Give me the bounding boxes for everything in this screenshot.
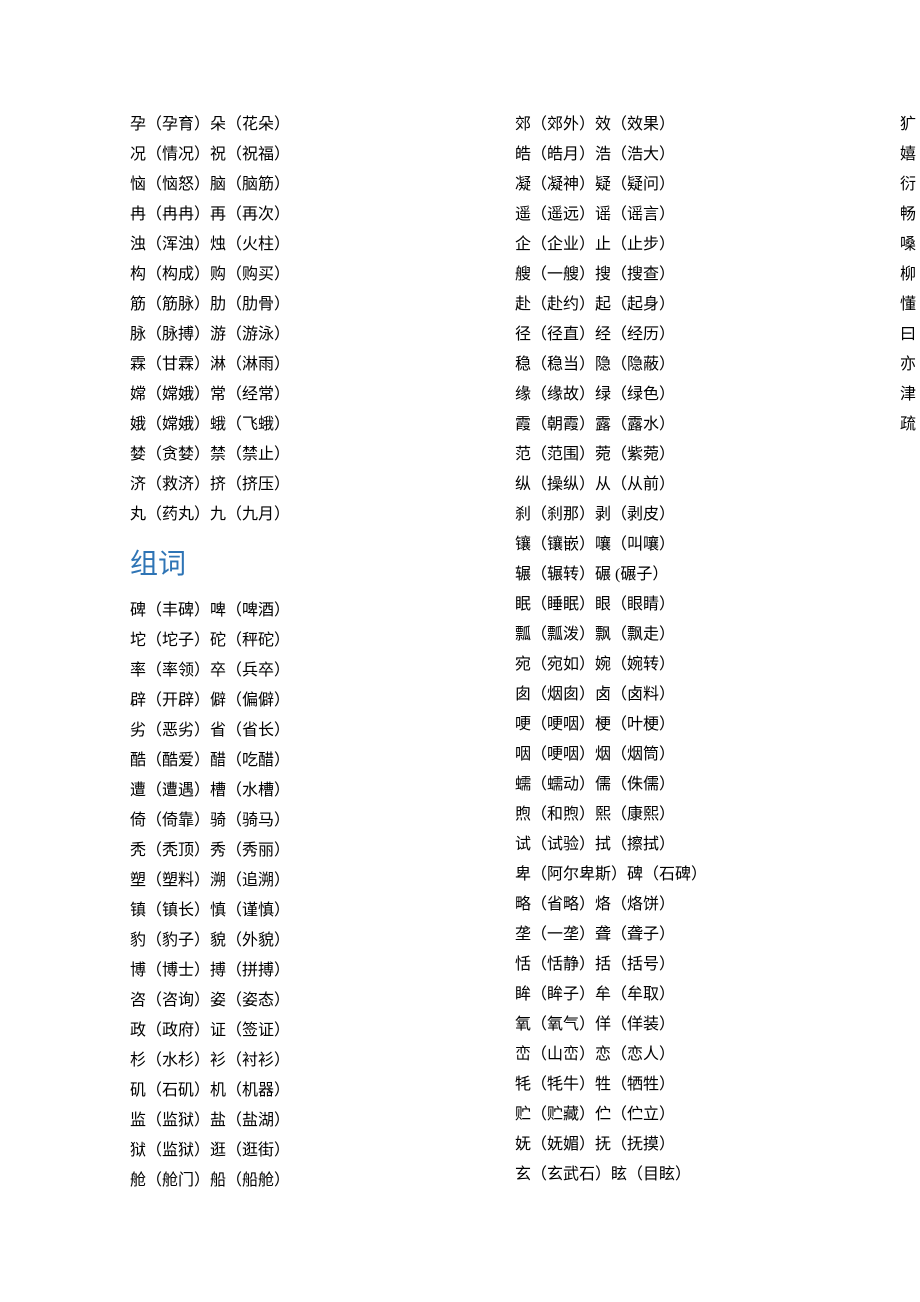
word-pair-line: 秃（秃顶）秀（秀丽） [130, 836, 405, 860]
word-pair-line: 贮（贮藏）伫（伫立） [515, 1100, 790, 1124]
word-pair-line: 辟（开辟）僻（偏僻） [130, 686, 405, 710]
word-pair-line: 塑（塑料）溯（追溯） [130, 866, 405, 890]
word-pair-line: 况（情况）祝（祝福） [130, 140, 405, 164]
word-pair-line: 垄（一垄）聋（聋子） [515, 920, 790, 944]
word-pair-line: 畅（畅快）杨（杨树） [900, 200, 920, 224]
word-pair-line: 蠕（蠕动）儒（侏儒） [515, 770, 790, 794]
word-pair-line: 构（构成）购（购买） [130, 260, 405, 284]
word-pair-line: 试（试验）拭（擦拭） [515, 830, 790, 854]
word-pair-line: 宛（宛如）婉（婉转） [515, 650, 790, 674]
word-pair-line: 矶（石矶）机（机器） [130, 1076, 405, 1100]
word-pair-line: 囱（烟囱）卤（卤料） [515, 680, 790, 704]
word-pair-line: 径（径直）经（经历） [515, 320, 790, 344]
word-pair-line: 博（博士）搏（拼搏） [130, 956, 405, 980]
word-pair-line: 津（天津）律（法律） [900, 380, 920, 404]
word-pair-line: 赴（赴约）起（起身） [515, 290, 790, 314]
word-pair-line: 眸（眸子）牟（牟取） [515, 980, 790, 1004]
word-pair-line: 嫦（嫦娥）常（经常） [130, 380, 405, 404]
word-pair-line: 酷（酷爱）醋（吃醋） [130, 746, 405, 770]
document-page: 孕（孕育）朵（花朵） 况（情况）祝（祝福） 恼（恼怒）脑（脑筋） 冉（冉冉）再（再次）… [0, 0, 920, 1270]
word-pair-line: 氧（氧气）佯（佯装） [515, 1010, 790, 1034]
word-pair-line: 镇（镇长）慎（谨慎） [130, 896, 405, 920]
word-pair-line: 镶（镶嵌）嚷（叫嚷） [515, 530, 790, 554]
word-pair-line: 衍（繁衍）衔（衔接） [900, 170, 920, 194]
word-pair-line: 哽（哽咽）梗（叶梗） [515, 710, 790, 734]
word-pair-line: 范（范围）菀（紫菀） [515, 440, 790, 464]
word-pair-line: 卑（阿尔卑斯）碑（石碑） [515, 860, 790, 884]
word-pair-line: 恬（恬静）括（括号） [515, 950, 790, 974]
word-pair-line: 豹（豹子）貌（外貌） [130, 926, 405, 950]
word-pair-line: 煦（和煦）熙（康熙） [515, 800, 790, 824]
word-pair-line: 艘（一艘）搜（搜查） [515, 260, 790, 284]
word-pair-line: 稳（稳当）隐（隐蔽） [515, 350, 790, 374]
word-pair-line: 脉（脉搏）游（游泳） [130, 320, 405, 344]
word-pair-line: 亦（不亦说乎）赤（赤脚） [900, 350, 920, 374]
word-pair-line: 倚（倚靠）骑（骑马） [130, 806, 405, 830]
word-pair-line: 嗓（嗓音）缀（点缀） [900, 230, 920, 254]
word-pair-line: 咽（哽咽）烟（烟筒） [515, 740, 790, 764]
word-pair-line: 懂（懂事）憧（憧憬） [900, 290, 920, 314]
word-pair-line: 皓（皓月）浩（浩大） [515, 140, 790, 164]
word-pair-line: 曰（子曰）日（日落） [900, 320, 920, 344]
word-pair-line: 狱（监狱）逛（逛街） [130, 1136, 405, 1160]
word-pair-line: 孕（孕育）朵（花朵） [130, 110, 405, 134]
word-pair-line: 缘（缘故）绿（绿色） [515, 380, 790, 404]
word-pair-line: 丸（药丸）九（九月） [130, 500, 405, 524]
word-pair-line: 娥（嫦娥）蛾（飞蛾） [130, 410, 405, 434]
word-pair-line: 恼（恼怒）脑（脑筋） [130, 170, 405, 194]
word-pair-line: 玄（玄武石）眩（目眩） [515, 1160, 790, 1184]
word-pair-line: 碑（丰碑）啤（啤酒） [130, 596, 405, 620]
section-heading: 组词 [130, 542, 405, 582]
word-pair-line: 舱（舱门）船（船舱） [130, 1166, 405, 1190]
word-pair-line: 刹（刹那）剥（剥皮） [515, 500, 790, 524]
word-pair-line: 婪（贪婪）禁（禁止） [130, 440, 405, 464]
word-pair-line: 郊（郊外）效（效果） [515, 110, 790, 134]
word-pair-line: 纵（操纵）从（从前） [515, 470, 790, 494]
word-pair-line: 监（监狱）盐（盐湖） [130, 1106, 405, 1130]
word-pair-line: 杉（水杉）衫（衬衫） [130, 1046, 405, 1070]
word-pair-line: 遥（遥远）谣（谣言） [515, 200, 790, 224]
word-pair-line: 浊（浑浊）烛（火柱） [130, 230, 405, 254]
word-pair-line: 霞（朝霞）露（露水） [515, 410, 790, 434]
word-pair-line: 遭（遭遇）槽（水槽） [130, 776, 405, 800]
word-pair-line: 率（率领）卒（兵卒） [130, 656, 405, 680]
word-pair-line: 瓢（瓢泼）飘（飘走） [515, 620, 790, 644]
word-pair-line: 济（救济）挤（挤压） [130, 470, 405, 494]
word-pair-line: 峦（山峦）恋（恋人） [515, 1040, 790, 1064]
word-pair-line: 坨（坨子）砣（秤砣） [130, 626, 405, 650]
word-pair-line: 咨（咨询）姿（姿态） [130, 986, 405, 1010]
word-pair-line: 劣（恶劣）省（省长） [130, 716, 405, 740]
word-list-section-1: 孕（孕育）朵（花朵） 况（情况）祝（祝福） 恼（恼怒）脑（脑筋） 冉（冉冉）再（再次）… [130, 110, 405, 524]
word-pair-line: 嬉（嬉闹）嘻（嘻哈） [900, 140, 920, 164]
word-pair-line: 政（政府）证（签证） [130, 1016, 405, 1040]
word-pair-line: 略（省略）烙（烙饼） [515, 890, 790, 914]
word-pair-line: 犷（粗犷）扩（扩大） [900, 110, 920, 134]
word-pair-line: 辗（辗转）碾 (碾子） [515, 560, 790, 584]
word-pair-line: 疏（疏密）梳（梳子） [900, 410, 920, 434]
word-pair-line: 凝（凝神）疑（疑问） [515, 170, 790, 194]
word-pair-line: 筋（筋脉）肋（肋骨） [130, 290, 405, 314]
word-pair-line: 冉（冉冉）再（再次） [130, 200, 405, 224]
word-pair-line: 眠（睡眠）眼（眼睛） [515, 590, 790, 614]
word-pair-line: 牦（牦牛）牲（牺牲） [515, 1070, 790, 1094]
word-pair-line: 霖（甘霖）淋（淋雨） [130, 350, 405, 374]
word-pair-line: 柳（杨柳）抑（抑制） [900, 260, 920, 284]
word-pair-line: 企（企业）止（止步） [515, 230, 790, 254]
word-pair-line: 妩（妩媚）抚（抚摸） [515, 1130, 790, 1154]
